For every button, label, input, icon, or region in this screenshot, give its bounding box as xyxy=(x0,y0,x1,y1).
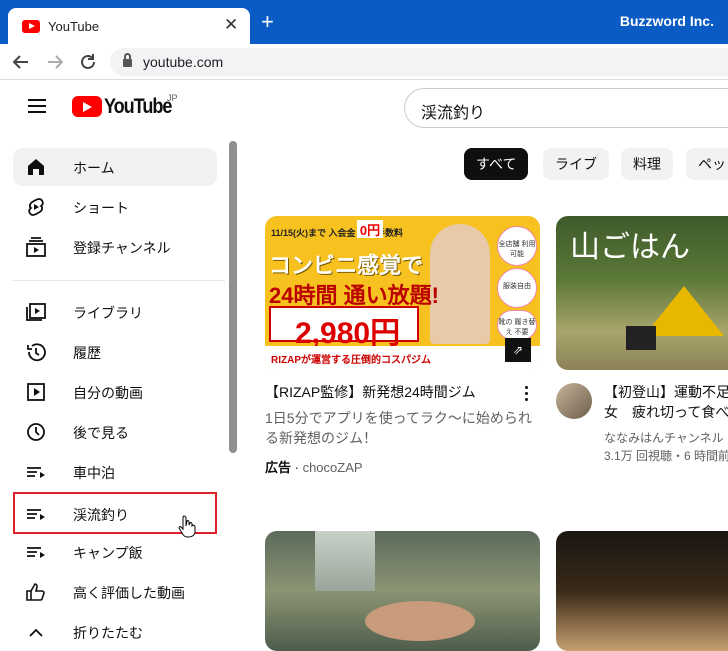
ad-description-line1: 1日5分でアプリを使ってラク〜に始められ xyxy=(265,410,532,426)
ad-separator: · xyxy=(291,460,303,475)
sidebar-item-label: 渓流釣り xyxy=(73,507,129,523)
shorts-icon xyxy=(25,197,47,217)
ad-thumb-headline: コンビニ感覚で xyxy=(269,253,424,278)
browser-tab-bar: YouTube ✕ + Buzzword Inc. xyxy=(0,0,728,44)
ad-badge: 服装自由 xyxy=(497,268,537,308)
your-videos-icon xyxy=(25,382,47,402)
chip-live[interactable]: ライブ xyxy=(543,148,609,180)
sidebar-item-label: 登録チャンネル xyxy=(73,240,171,256)
ad-channel-name[interactable]: chocoZAP xyxy=(303,460,363,475)
sidebar-item-liked-videos[interactable]: 高く評価した動画 xyxy=(13,573,217,611)
url-text: youtube.com xyxy=(143,54,224,70)
ad-description-line2: る新発想のジム！ xyxy=(265,430,377,446)
sidebar-item-subscriptions[interactable]: 登録チャンネル xyxy=(13,228,217,266)
address-bar: youtube.com xyxy=(0,44,728,80)
sidebar-item-label: 後で見る xyxy=(73,425,129,441)
sidebar-item-label: ホーム xyxy=(73,160,115,176)
sidebar-divider xyxy=(13,280,225,281)
search-input-value: 渓流釣り xyxy=(421,105,486,122)
new-tab-button[interactable]: + xyxy=(261,11,274,33)
youtube-wordmark[interactable]: YouTube xyxy=(104,95,172,119)
search-input[interactable]: 渓流釣り xyxy=(404,88,728,128)
ad-thumbnail[interactable]: 11/15(火)まで 入会金 事務手数料 0円 コンビニ感覚で 24時間 通い放… xyxy=(265,216,540,370)
sidebar-item-your-videos[interactable]: 自分の動画 xyxy=(13,373,217,411)
tab-title: YouTube xyxy=(48,19,100,34)
chip-all[interactable]: すべて xyxy=(464,148,529,180)
sidebar-item-label: 高く評価した動画 xyxy=(73,585,185,601)
sidebar-item-library[interactable]: ライブラリ xyxy=(13,293,217,331)
chip-pets[interactable]: ペッ xyxy=(686,148,728,180)
video-title-line2[interactable]: 女 疲れ切って食べ xyxy=(604,402,728,422)
sidebar: ホーム ショート 登録チャンネル ライブラリ 履歴 自分の動画 後で見る 車中泊… xyxy=(0,137,240,640)
history-icon xyxy=(25,342,47,362)
external-link-icon[interactable]: ⇗ xyxy=(505,338,531,362)
chip-cooking[interactable]: 料理 xyxy=(621,148,673,180)
watch-later-icon xyxy=(25,422,47,442)
tab-close-icon[interactable]: ✕ xyxy=(224,15,238,35)
ad-thumb-campaign-text: 11/15(火)まで 入会金 事務手数料 xyxy=(271,228,404,238)
sidebar-item-shorts[interactable]: ショート xyxy=(13,188,217,226)
tent-image xyxy=(644,286,724,336)
sidebar-item-home[interactable]: ホーム xyxy=(13,148,217,186)
hand-cursor-icon xyxy=(178,515,196,538)
fish-image xyxy=(365,601,475,641)
video-thumbnail[interactable] xyxy=(265,531,540,651)
ad-thumb-zero-yen: 0円 xyxy=(357,220,383,238)
ad-video-title[interactable]: 【RIZAP監修】新発想24時間ジム xyxy=(265,382,476,402)
url-field[interactable]: youtube.com xyxy=(110,48,728,76)
sidebar-item-watch-later[interactable]: 後で見る xyxy=(13,413,217,451)
sidebar-item-label: 車中泊 xyxy=(73,465,115,481)
chevron-up-icon xyxy=(25,622,47,640)
sidebar-item-label: キャンプ飯 xyxy=(73,545,143,561)
ad-thumb-footer: RIZAPが運営する圧倒的コスパジム xyxy=(265,346,540,370)
video-meta: 3.1万 回視聴・6 時間前 xyxy=(604,449,728,463)
youtube-logo-icon[interactable] xyxy=(72,96,102,117)
ad-label: 広告 · chocoZAP xyxy=(265,457,363,476)
sidebar-item-playlist-shachuhaku[interactable]: 車中泊 xyxy=(13,453,217,491)
ad-badge: 靴の 履き替え 不要 xyxy=(497,310,537,340)
ad-price-box: 2,980円 xyxy=(269,306,419,350)
sidebar-scrollbar[interactable] xyxy=(229,141,237,453)
sidebar-item-label: 折りたたむ xyxy=(73,625,143,640)
youtube-favicon-icon xyxy=(22,20,40,33)
subscriptions-icon xyxy=(25,237,47,257)
video-thumbnail[interactable]: 山ごはん xyxy=(556,216,728,370)
lock-icon xyxy=(123,53,132,67)
sidebar-item-label: 自分の動画 xyxy=(73,385,143,401)
more-options-icon[interactable] xyxy=(525,386,529,402)
playlist-icon xyxy=(25,504,47,524)
browser-profile-label: Buzzword Inc. xyxy=(619,13,714,29)
waterfall-image xyxy=(315,531,375,591)
forward-arrow-icon[interactable] xyxy=(46,53,64,71)
ad-badge: 全店舗 利用可能 xyxy=(497,226,537,266)
country-code: JP xyxy=(167,93,178,103)
ad-tag: 広告 xyxy=(265,460,292,475)
sidebar-item-label: 履歴 xyxy=(73,345,101,361)
channel-avatar[interactable] xyxy=(556,383,592,419)
sidebar-item-playlist-camp[interactable]: キャンプ飯 xyxy=(13,533,217,571)
browser-tab[interactable]: YouTube ✕ xyxy=(8,8,250,44)
youtube-header: YouTube JP 渓流釣り xyxy=(0,81,728,137)
backpack-image xyxy=(626,326,656,350)
sidebar-item-history[interactable]: 履歴 xyxy=(13,333,217,371)
menu-icon[interactable] xyxy=(28,99,46,113)
video-title-line1[interactable]: 【初登山】運動不足 xyxy=(604,382,728,402)
library-icon xyxy=(25,302,47,322)
back-arrow-icon[interactable] xyxy=(12,53,30,71)
reload-icon[interactable] xyxy=(79,53,97,71)
home-icon xyxy=(25,157,47,177)
ad-person-image xyxy=(430,224,490,344)
sidebar-item-collapse[interactable]: 折りたたむ xyxy=(13,613,217,640)
video-thumbnail[interactable] xyxy=(556,531,728,651)
ad-thumb-footer-text: RIZAPが運営する圧倒的コスパジム xyxy=(271,355,431,366)
playlist-icon xyxy=(25,542,47,562)
sidebar-item-label: ライブラリ xyxy=(73,305,143,321)
playlist-icon xyxy=(25,462,47,482)
thumbnail-overlay-text: 山ごはん xyxy=(570,230,690,265)
thumbs-up-icon xyxy=(25,582,47,602)
sidebar-item-label: ショート xyxy=(73,200,129,216)
channel-name[interactable]: ななみはんチャンネル xyxy=(604,429,724,447)
